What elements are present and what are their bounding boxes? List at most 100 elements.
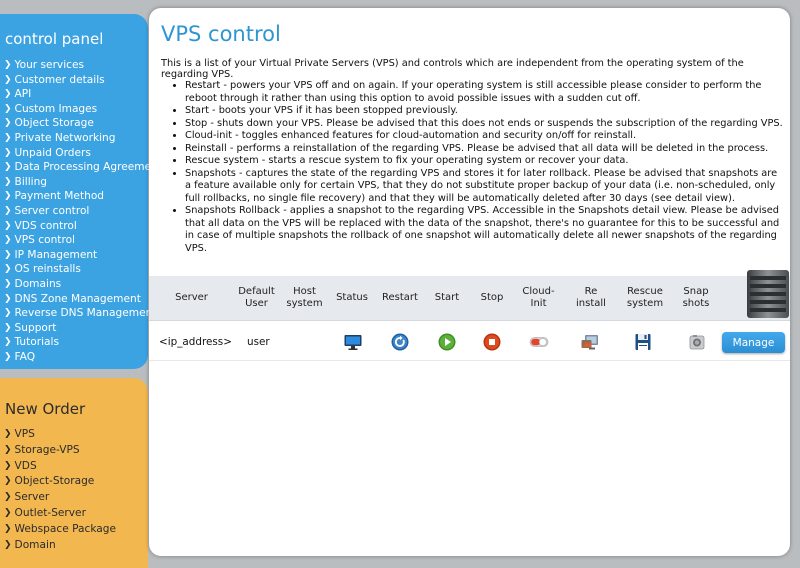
col-header-cloud-init: Cloud-Init xyxy=(522,286,555,309)
new-order-item-label: Storage-VPS xyxy=(14,443,80,456)
sidebar-item-data-processing-agreement[interactable]: ❯ Data Processing Agreement xyxy=(4,160,162,175)
chevron-right-icon: ❯ xyxy=(4,176,12,187)
control-panel-sidebar: control panel ❯ Your services ❯ Customer de… xyxy=(0,14,162,369)
sidebar-item-dns-zone-management[interactable]: ❯ DNS Zone Management xyxy=(4,292,148,307)
new-order-item-outlet-server[interactable]: ❯ Outlet-Server xyxy=(4,506,148,522)
start-icon[interactable] xyxy=(437,332,457,352)
chevron-right-icon: ❯ xyxy=(4,492,12,503)
sidebar-item-customer-details[interactable]: ❯ Customer details xyxy=(4,73,148,88)
new-order-item-label: Object-Storage xyxy=(14,475,95,488)
feature-list: Restart - powers your VPS off and on aga… xyxy=(173,80,785,255)
feature-list-item: Reinstall - performs a reinstallation of… xyxy=(185,143,785,156)
sidebar-item-os-reinstalls[interactable]: ❯ OS reinstalls xyxy=(4,262,148,277)
sidebar-item-label: Your services xyxy=(14,59,84,71)
chevron-right-icon: ❯ xyxy=(4,220,12,231)
sidebar-item-label: Customer details xyxy=(14,73,105,86)
new-order-sidebar: New Order ❯ VPS ❯ Storage-VPS ❯ VDS ❯ Object-St… xyxy=(0,378,148,568)
sidebar-item-faq[interactable]: ❯ FAQ xyxy=(4,350,148,365)
col-header-host-system: Host system xyxy=(286,286,323,309)
sidebar-item-api[interactable]: ❯ API xyxy=(4,87,148,102)
sidebar-item-billing[interactable]: ❯ Billing xyxy=(4,175,148,190)
new-order-item-object-storage[interactable]: ❯ Object-Storage xyxy=(4,474,148,490)
sidebar-item-label: Object Storage xyxy=(14,117,94,130)
sidebar-item-vps-control[interactable]: ❯ VPS control xyxy=(4,233,148,248)
sidebar-item-label: Support xyxy=(14,321,57,334)
sidebar-item-object-storage[interactable]: ❯ Object Storage xyxy=(4,116,148,131)
stop-icon[interactable] xyxy=(482,332,502,352)
sidebar-item-unpaid-orders[interactable]: ❯ Unpaid Orders xyxy=(4,146,148,161)
restart-icon[interactable] xyxy=(390,332,410,352)
chevron-right-icon: ❯ xyxy=(4,337,12,348)
sidebar-item-payment-method[interactable]: ❯ Payment Method xyxy=(4,189,148,204)
manage-button[interactable]: Manage xyxy=(722,332,785,353)
col-header-start: Start xyxy=(434,292,460,303)
sidebar-item-ip-management[interactable]: ❯ IP Management xyxy=(4,248,148,263)
sidebar-item-label: OS reinstalls xyxy=(14,263,81,276)
col-header-server: Server xyxy=(175,292,208,303)
server-ip-cell: <ip_address> xyxy=(159,336,232,348)
col-header-stop: Stop xyxy=(480,292,504,303)
chevron-right-icon: ❯ xyxy=(4,132,12,143)
chevron-right-icon: ❯ xyxy=(4,322,12,333)
snapshot-icon[interactable] xyxy=(687,332,707,352)
new-order-item-webspace-package[interactable]: ❯ Webspace Package xyxy=(4,522,148,538)
sidebar-item-reverse-dns-management[interactable]: ❯ Reverse DNS Management xyxy=(4,306,156,321)
new-order-item-domain[interactable]: ❯ Domain xyxy=(4,538,148,554)
table-row: <ip_address> user Manage xyxy=(149,324,790,361)
new-order-item-label: Webspace Package xyxy=(14,522,116,535)
chevron-right-icon: ❯ xyxy=(4,308,12,319)
new-order-item-vps[interactable]: ❯ VPS xyxy=(4,427,148,443)
sidebar-item-label: VPS control xyxy=(14,234,75,247)
col-header-restart: Restart xyxy=(382,292,418,303)
toggle-icon[interactable] xyxy=(529,332,549,352)
chevron-right-icon: ❯ xyxy=(4,162,12,173)
chevron-right-icon: ❯ xyxy=(4,191,12,202)
feature-list-item: Snapshots Rollback - applies a snapshot … xyxy=(185,205,785,255)
sidebar-item-domains[interactable]: ❯ Domains xyxy=(4,277,148,292)
control-panel-menu: ❯ Your services ❯ Customer details ❯ API ❯ Cust… xyxy=(4,58,162,365)
chevron-right-icon: ❯ xyxy=(4,147,12,158)
sidebar-item-your-services[interactable]: ❯ Your services xyxy=(4,58,148,73)
new-order-menu: ❯ VPS ❯ Storage-VPS ❯ VDS ❯ Object-Storage ❯ Serv… xyxy=(4,427,148,553)
new-order-item-storage-vps[interactable]: ❯ Storage-VPS xyxy=(4,443,148,459)
monitor-icon[interactable] xyxy=(343,332,363,352)
sidebar-item-tutorials[interactable]: ❯ Tutorials xyxy=(4,335,148,350)
chevron-right-icon: ❯ xyxy=(4,118,12,129)
sidebar-item-vds-control[interactable]: ❯ VDS control xyxy=(4,219,148,234)
feature-list-item: Stop - shuts down your VPS. Please be ad… xyxy=(185,118,785,131)
new-order-title: New Order xyxy=(5,400,86,418)
sidebar-item-server-control[interactable]: ❯ Server control xyxy=(4,204,148,219)
chevron-right-icon: ❯ xyxy=(4,460,12,471)
chevron-right-icon: ❯ xyxy=(4,235,12,246)
chevron-right-icon: ❯ xyxy=(4,539,12,550)
col-header-default-user: Default User xyxy=(238,286,275,309)
chevron-right-icon: ❯ xyxy=(4,89,12,100)
server-rack-icon xyxy=(747,270,789,318)
col-header-status: Status xyxy=(336,292,368,303)
sidebar-item-label: IP Management xyxy=(14,248,98,261)
chevron-right-icon: ❯ xyxy=(4,523,12,534)
new-order-item-server[interactable]: ❯ Server xyxy=(4,490,148,506)
intro-text: This is a list of your Virtual Private S… xyxy=(161,58,744,80)
new-order-item-label: Outlet-Server xyxy=(14,506,86,519)
sidebar-item-label: DNS Zone Management xyxy=(14,292,141,305)
sidebar-item-custom-images[interactable]: ❯ Custom Images xyxy=(4,102,148,117)
sidebar-item-label: Domains xyxy=(14,277,62,290)
chevron-right-icon: ❯ xyxy=(4,293,12,304)
new-order-item-label: Domain xyxy=(14,538,56,551)
chevron-right-icon: ❯ xyxy=(4,278,12,289)
sidebar-item-support[interactable]: ❯ Support xyxy=(4,321,148,336)
new-order-item-label: VPS xyxy=(14,428,35,440)
sidebar-item-label: Private Networking xyxy=(14,131,116,144)
chevron-right-icon: ❯ xyxy=(4,264,12,275)
chevron-right-icon: ❯ xyxy=(4,351,12,362)
page-title: VPS control xyxy=(161,22,281,46)
sidebar-item-label: VDS control xyxy=(14,219,77,232)
reinstall-icon[interactable] xyxy=(580,332,600,352)
feature-list-item: Restart - powers your VPS off and on aga… xyxy=(185,80,785,105)
floppy-disk-icon[interactable] xyxy=(633,332,653,352)
sidebar-item-private-networking[interactable]: ❯ Private Networking xyxy=(4,131,148,146)
sidebar-item-label: API xyxy=(14,88,32,101)
new-order-item-vds[interactable]: ❯ VDS xyxy=(4,459,148,475)
sidebar-item-label: FAQ xyxy=(14,350,36,363)
